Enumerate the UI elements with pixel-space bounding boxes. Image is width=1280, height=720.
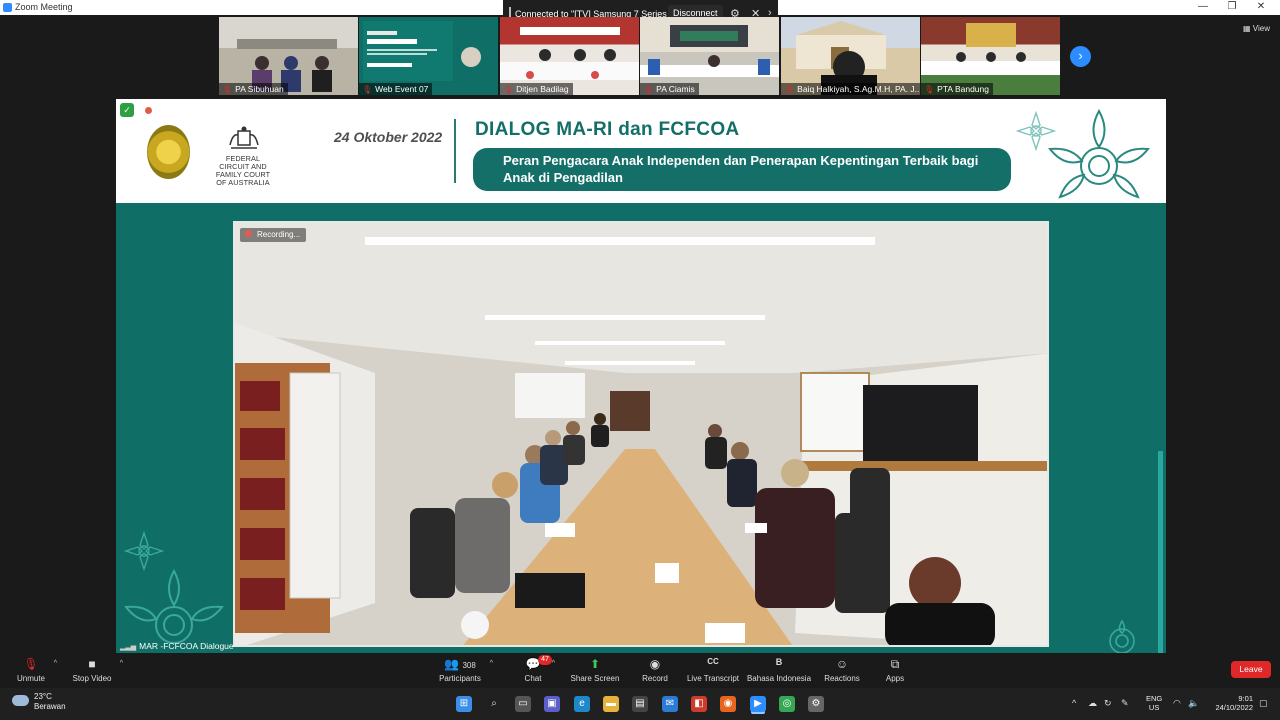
- recording-indicator-icon: [145, 107, 152, 114]
- zoom-taskbar-icon[interactable]: ▶: [750, 696, 766, 712]
- dialog-subtitle: Peran Pengacara Anak Independen dan Pene…: [473, 148, 1011, 191]
- office-icon[interactable]: ◧: [691, 696, 707, 712]
- bottom-right-flower-ornament-icon: [1109, 619, 1135, 653]
- minimize-button[interactable]: —: [1192, 1, 1214, 12]
- task-view-icon[interactable]: ▭: [515, 696, 531, 712]
- participant-name: 🎙 PA Ciamis: [640, 83, 699, 95]
- participant-name: 🎙 Ditjen Badilag: [500, 83, 573, 95]
- record-dot-icon: [245, 230, 252, 237]
- large-flower-ornament-icon: [1048, 109, 1150, 199]
- participant-name: 🎙 PA Sibuhuan: [219, 83, 288, 95]
- mail-icon[interactable]: ✉: [662, 696, 678, 712]
- tray-overflow-chevron-icon[interactable]: ^: [1072, 698, 1076, 708]
- share-screen-icon: ⬆: [589, 657, 601, 671]
- search-icon[interactable]: ⌕: [486, 696, 502, 712]
- header-divider: [454, 119, 456, 183]
- mic-muted-icon: 🎙: [503, 85, 514, 94]
- weather-widget[interactable]: 23°C Berawan: [12, 692, 66, 712]
- chat-options-caret-icon[interactable]: ^: [552, 660, 555, 667]
- unmute-button[interactable]: 🎙 Unmute ^: [14, 657, 57, 683]
- participants-icon: 👥 308: [444, 657, 476, 671]
- language-interpretation-button[interactable]: B Bahasa Indonesia: [746, 657, 812, 683]
- conference-room-video: [235, 223, 1047, 645]
- participant-tile[interactable]: 🎙 Baiq Halkiyah, S.Ag.M.H, PA. J...: [781, 17, 920, 95]
- share-screen-button[interactable]: ⬆ Share Screen: [570, 657, 620, 683]
- security-shield-icon[interactable]: ✓: [120, 103, 134, 117]
- next-page-arrow-icon[interactable]: ›: [1070, 46, 1091, 67]
- window-title: Zoom Meeting: [15, 2, 73, 12]
- participant-tile[interactable]: 🎙 PTA Bandung: [921, 17, 1060, 95]
- shared-screen: ✓ FEDERAL CIRCUIT AND FAMILY COURT OF AU…: [116, 99, 1166, 653]
- closed-captions-icon: CC: [707, 657, 719, 666]
- mic-muted-icon: 🎙: [643, 85, 654, 94]
- input-language-indicator[interactable]: ENG US: [1146, 694, 1162, 712]
- participant-tile[interactable]: 🎙 PA Ciamis: [640, 17, 779, 95]
- wifi-icon[interactable]: ◠: [1173, 698, 1181, 709]
- video-camera-icon: ■: [88, 657, 96, 671]
- firefox-icon[interactable]: ◉: [720, 696, 736, 712]
- chrome-icon[interactable]: ◎: [779, 696, 795, 712]
- active-speaker-label: ▂▃▅ MAR -FCFCOA Dialogue: [120, 641, 234, 651]
- participant-name: 🎙 Baiq Halkiyah, S.Ag.M.H, PA. J...: [781, 83, 920, 95]
- audio-options-caret-icon[interactable]: ^: [54, 660, 57, 667]
- supreme-court-seal-logo: [147, 125, 190, 179]
- stage-scrollbar[interactable]: [1158, 451, 1163, 653]
- recording-badge: Recording...: [240, 228, 307, 242]
- file-explorer-icon[interactable]: ▬: [603, 696, 619, 712]
- signal-strength-icon: ▂▃▅: [120, 644, 137, 651]
- apps-icon: ⧉: [890, 657, 900, 671]
- cloud-sync-icon[interactable]: ☁: [1088, 698, 1097, 709]
- participants-button[interactable]: 👥 308 Participants ^: [436, 657, 493, 683]
- leave-button[interactable]: Leave: [1231, 661, 1271, 678]
- settings-icon[interactable]: ⚙: [808, 696, 824, 712]
- court-name: FEDERAL CIRCUIT AND FAMILY COURT OF AUST…: [215, 154, 271, 187]
- mic-muted-icon: 🎙: [924, 85, 935, 94]
- windows-start-icon[interactable]: ⊞: [456, 696, 472, 712]
- refresh-icon[interactable]: ↻: [1104, 698, 1112, 709]
- stop-video-button[interactable]: ■ Stop Video ^: [70, 657, 124, 683]
- australian-coat-of-arms-logo: [229, 126, 259, 149]
- cloud-icon: [12, 695, 29, 706]
- windows-taskbar: 23°C Berawan ⊞ ⌕ ▭ ▣ e ▬ ▤ ✉ ◧ ◉ ▶ ◎ ⚙ ^…: [0, 688, 1280, 720]
- close-button[interactable]: ✕: [1250, 1, 1272, 12]
- record-icon: ◉: [649, 657, 661, 671]
- mic-muted-icon: 🎙: [784, 85, 795, 94]
- participant-tile[interactable]: 🎙 Web Event 07: [359, 17, 498, 95]
- record-button[interactable]: ◉ Record: [640, 657, 670, 683]
- volume-icon[interactable]: 🔈: [1188, 698, 1199, 709]
- slide-header: ✓ FEDERAL CIRCUIT AND FAMILY COURT OF AU…: [116, 99, 1166, 203]
- microphone-muted-icon: 🎙: [23, 657, 39, 671]
- grid-icon: ▦: [1243, 24, 1253, 33]
- participant-tile[interactable]: 🎙 Ditjen Badilag: [500, 17, 639, 95]
- mic-muted-icon: 🎙: [362, 85, 373, 94]
- edge-browser-icon[interactable]: e: [574, 696, 590, 712]
- smiley-plus-icon: ☺: [835, 657, 849, 671]
- view-label: View: [1252, 24, 1270, 33]
- side-flower-ornament-icon: [124, 531, 164, 571]
- participant-name: 🎙 PTA Bandung: [921, 83, 993, 95]
- pen-icon[interactable]: ✎: [1121, 698, 1129, 709]
- reactions-button[interactable]: ☺ Reactions: [824, 657, 860, 683]
- chat-unread-badge: 47: [538, 655, 552, 665]
- participant-tile[interactable]: 🎙 PA Sibuhuan: [219, 17, 358, 95]
- view-button[interactable]: ▦ View: [1243, 24, 1270, 33]
- dialog-title: DIALOG MA-RI dan FCFCOA: [475, 119, 740, 140]
- video-options-caret-icon[interactable]: ^: [120, 660, 123, 667]
- notification-icon[interactable]: ▢: [1259, 698, 1268, 709]
- main-video-feed[interactable]: Recording...: [233, 221, 1049, 647]
- participant-name: 🎙 Web Event 07: [359, 83, 433, 95]
- event-date: 24 Oktober 2022: [334, 129, 443, 145]
- participants-options-caret-icon[interactable]: ^: [490, 660, 493, 667]
- live-transcript-button[interactable]: CC Live Transcript: [686, 657, 740, 683]
- language-icon: B: [775, 657, 783, 667]
- mic-muted-icon: 🎙: [222, 85, 233, 94]
- system-clock[interactable]: 9:01 24/10/2022: [1208, 694, 1253, 712]
- microsoft-store-icon[interactable]: ▤: [632, 696, 648, 712]
- apps-button[interactable]: ⧉ Apps: [884, 657, 906, 683]
- restore-button[interactable]: ❐: [1221, 1, 1243, 12]
- teams-chat-icon[interactable]: ▣: [544, 696, 560, 712]
- zoom-app-icon: [3, 3, 12, 12]
- meeting-controls-toolbar: 🎙 Unmute ^ ■ Stop Video ^ 👥 308 Particip…: [0, 654, 1280, 688]
